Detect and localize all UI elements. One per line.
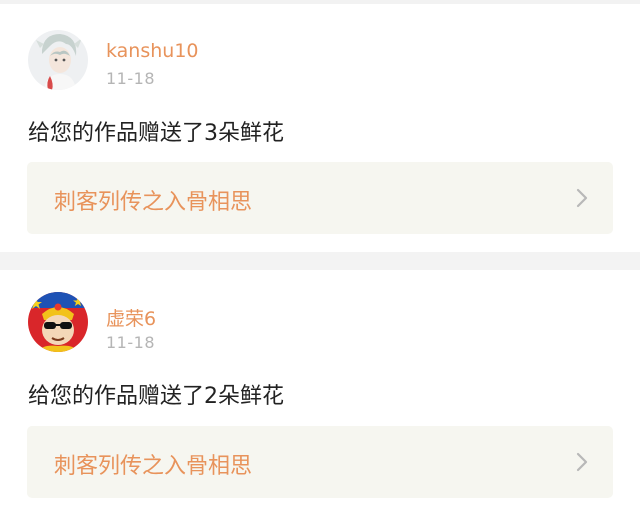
work-title: 刺客列传之入骨相思 bbox=[54, 454, 253, 479]
gift-notification-card: 虚荣6 11-18 给您的作品赠送了2朵鲜花 刺客列传之入骨相思 bbox=[0, 270, 640, 516]
work-link-button[interactable]: 刺客列传之入骨相思 bbox=[27, 426, 613, 498]
gift-message: 给您的作品赠送了3朵鲜花 bbox=[28, 121, 284, 146]
chevron-right-icon bbox=[576, 452, 588, 472]
gift-notification-card: kanshu10 11-18 给您的作品赠送了3朵鲜花 刺客列传之入骨相思 bbox=[0, 4, 640, 252]
card-separator bbox=[0, 252, 640, 270]
work-link-button[interactable]: 刺客列传之入骨相思 bbox=[27, 162, 613, 234]
anime-character-avatar-icon[interactable] bbox=[28, 30, 88, 90]
username[interactable]: kanshu10 bbox=[106, 40, 199, 62]
gift-message: 给您的作品赠送了2朵鲜花 bbox=[28, 384, 284, 409]
username[interactable]: 虚荣6 bbox=[106, 304, 156, 331]
work-title: 刺客列传之入骨相思 bbox=[54, 190, 253, 215]
timestamp: 11-18 bbox=[106, 69, 155, 88]
timestamp: 11-18 bbox=[106, 333, 155, 352]
cartoon-emperor-avatar-icon[interactable] bbox=[28, 292, 88, 352]
chevron-right-icon bbox=[576, 188, 588, 208]
